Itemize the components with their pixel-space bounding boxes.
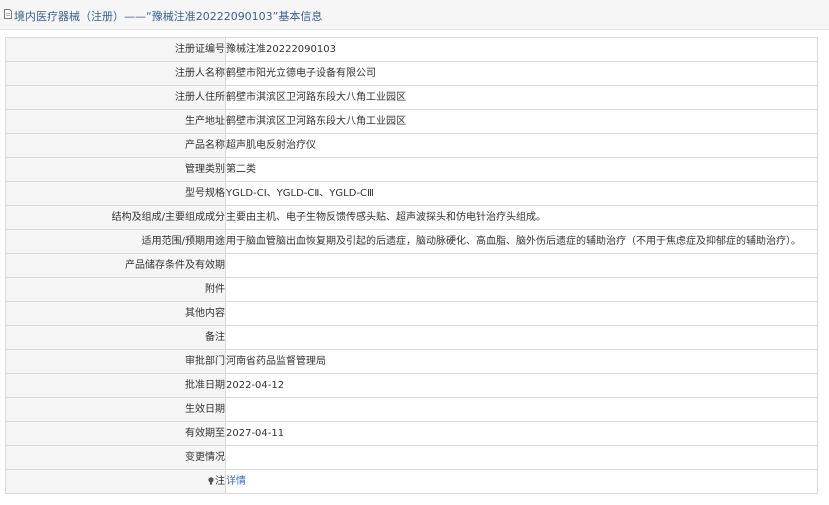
product-name-value: 超声肌电反射治疗仪 — [225, 133, 818, 158]
attachments-value — [225, 277, 818, 302]
row-other-content: 其他内容 — [5, 301, 818, 326]
registration-number-value: 豫械注准20222090103 — [225, 37, 818, 62]
row-structure-composition: 结构及组成/主要组成成分 主要由主机、电子生物反馈传感头贴、超声波探头和仿电针治疗… — [5, 205, 818, 230]
intended-use-value: 用于脑血管脑出血恢复期及引起的后遗症，脑动脉硬化、高血脂、脑外伤后遗症的辅助治疗… — [225, 229, 818, 254]
structure-composition-label: 结构及组成/主要组成成分 — [5, 205, 226, 230]
registrant-name-label: 注册人名称 — [5, 61, 226, 86]
registrant-address-label: 注册人住所 — [5, 85, 226, 110]
note-value-cell: 详情 — [225, 469, 818, 494]
model-spec-label: 型号规格 — [5, 181, 226, 206]
storage-conditions-value — [225, 253, 818, 278]
page-header: 境内医疗器械（注册）——“豫械注准20222090103”基本信息 — [0, 0, 829, 30]
remarks-label: 备注 — [5, 325, 226, 350]
device-info-table: 注册证编号 豫械注准20222090103 注册人名称 鹤壁市阳光立德电子设备有限公司… — [5, 37, 818, 494]
change-status-label: 变更情况 — [5, 445, 226, 470]
remarks-value — [225, 325, 818, 350]
row-remarks: 备注 — [5, 325, 818, 350]
effective-date-label: 生效日期 — [5, 397, 226, 422]
row-registrant-address: 注册人住所 鹤壁市淇滨区卫河路东段大八角工业园区 — [5, 85, 818, 110]
note-label-cell: 注 — [5, 469, 226, 494]
row-effective-date: 生效日期 — [5, 397, 818, 422]
change-status-value — [225, 445, 818, 470]
row-management-category: 管理类别 第二类 — [5, 157, 818, 182]
production-address-value: 鹤壁市淇滨区卫河路东段大八角工业园区 — [225, 109, 818, 134]
effective-date-value — [225, 397, 818, 422]
other-content-label: 其他内容 — [5, 301, 226, 326]
row-product-name: 产品名称 超声肌电反射治疗仪 — [5, 133, 818, 158]
approval-department-label: 审批部门 — [5, 349, 226, 374]
other-content-value — [225, 301, 818, 326]
details-link[interactable]: 详情 — [227, 476, 247, 487]
row-production-address: 生产地址 鹤壁市淇滨区卫河路东段大八角工业园区 — [5, 109, 818, 134]
row-approval-department: 审批部门 河南省药品监督管理局 — [5, 349, 818, 374]
registrant-name-value: 鹤壁市阳光立德电子设备有限公司 — [225, 61, 818, 86]
row-intended-use: 适用范围/预期用途 用于脑血管脑出血恢复期及引起的后遗症，脑动脉硬化、高血脂、脑外… — [5, 229, 818, 254]
row-expiry-date: 有效期至 2027-04-11 — [5, 421, 818, 446]
registration-number-label: 注册证编号 — [5, 37, 226, 62]
row-approval-date: 批准日期 2022-04-12 — [5, 373, 818, 398]
row-model-spec: 型号规格 YGLD-CⅠ、YGLD-CⅡ、YGLD-CⅢ — [5, 181, 818, 206]
row-registration-number: 注册证编号 豫械注准20222090103 — [5, 37, 818, 62]
approval-date-label: 批准日期 — [5, 373, 226, 398]
storage-conditions-label: 产品储存条件及有效期 — [5, 253, 226, 278]
approval-department-value: 河南省药品监督管理局 — [225, 349, 818, 374]
management-category-value: 第二类 — [225, 157, 818, 182]
row-note: 注详情 — [5, 469, 818, 494]
row-attachments: 附件 — [5, 277, 818, 302]
note-label: 注 — [215, 475, 225, 487]
model-spec-value: YGLD-CⅠ、YGLD-CⅡ、YGLD-CⅢ — [225, 181, 818, 206]
approval-date-value: 2022-04-12 — [225, 373, 818, 398]
structure-composition-value: 主要由主机、电子生物反馈传感头贴、超声波探头和仿电针治疗头组成。 — [225, 205, 818, 230]
row-registrant-name: 注册人名称 鹤壁市阳光立德电子设备有限公司 — [5, 61, 818, 86]
expiry-date-value: 2027-04-11 — [225, 421, 818, 446]
product-name-label: 产品名称 — [5, 133, 226, 158]
row-change-status: 变更情况 — [5, 445, 818, 470]
expiry-date-label: 有效期至 — [5, 421, 226, 446]
production-address-label: 生产地址 — [5, 109, 226, 134]
lightbulb-icon — [208, 476, 214, 485]
registrant-address-value: 鹤壁市淇滨区卫河路东段大八角工业园区 — [225, 85, 818, 110]
page-title: 境内医疗器械（注册）——“豫械注准20222090103”基本信息 — [14, 10, 323, 23]
intended-use-label: 适用范围/预期用途 — [5, 229, 226, 254]
document-icon — [4, 9, 12, 19]
row-storage-conditions: 产品储存条件及有效期 — [5, 253, 818, 278]
management-category-label: 管理类别 — [5, 157, 226, 182]
attachments-label: 附件 — [5, 277, 226, 302]
